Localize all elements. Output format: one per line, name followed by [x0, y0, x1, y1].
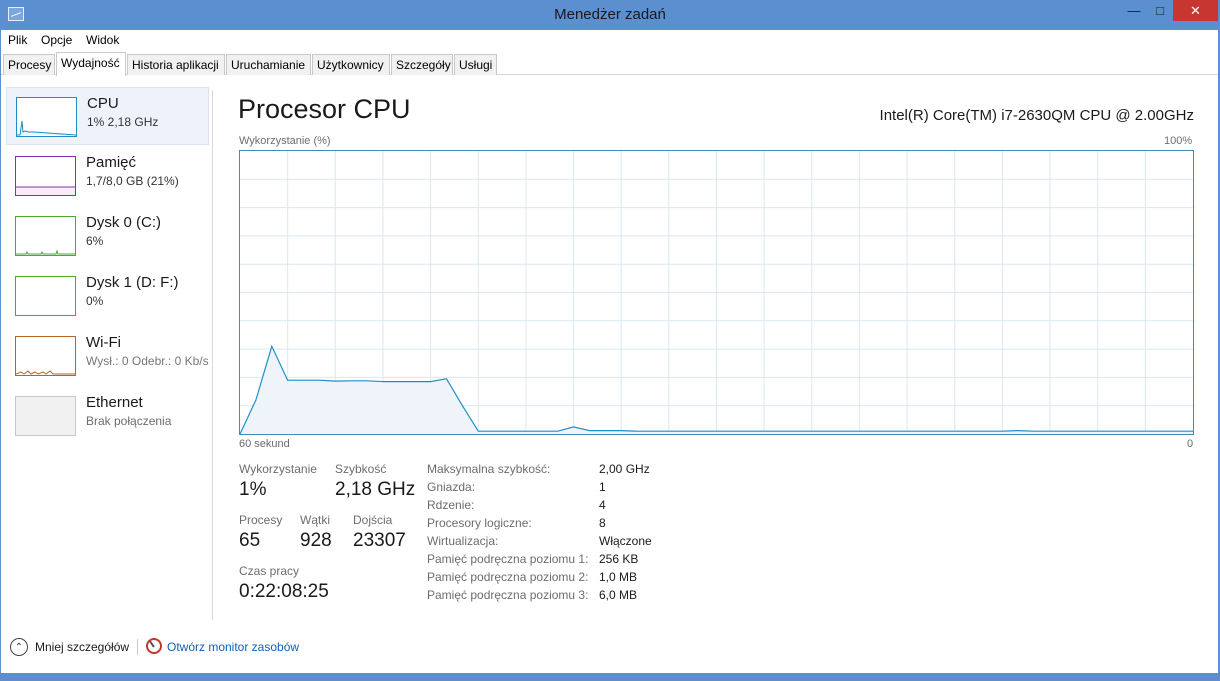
sidebar-item-ethernet[interactable]: Ethernet Brak połączenia	[6, 387, 209, 445]
sidebar-item-value: Brak połączenia	[86, 414, 172, 428]
spec-label: Gniazda:	[427, 480, 476, 494]
sidebar-item-label: Ethernet	[86, 394, 143, 411]
spec-value: 4	[599, 498, 606, 512]
window-title: Menedżer zadań	[554, 6, 666, 23]
cpu-usage-chart	[239, 151, 1193, 435]
spec-label: Procesory logiczne:	[427, 516, 532, 530]
tab-app-history[interactable]: Historia aplikacji	[127, 54, 225, 75]
spec-value: 1,0 MB	[599, 570, 638, 584]
usage-label: Wykorzystanie	[239, 462, 317, 476]
memory-thumbnail-graph	[15, 156, 76, 196]
spec-label: Rdzenie:	[427, 498, 475, 512]
sidebar-item-label: Dysk 1 (D: F:)	[86, 274, 179, 291]
spec-label: Pamięć podręczna poziomu 3:	[427, 588, 589, 602]
footer-separator	[137, 639, 138, 655]
cpu-model-name: Intel(R) Core(TM) i7-2630QM CPU @ 2.00GH…	[879, 107, 1194, 124]
tab-performance[interactable]: Wydajność	[56, 52, 126, 76]
wifi-thumbnail-line	[16, 370, 75, 375]
sidebar-item-memory[interactable]: Pamięć 1,7/8,0 GB (21%)	[6, 147, 209, 205]
footer-bar: ⌃ Mniej szczegółów Otwórz monitor zasobó…	[1, 628, 1218, 673]
memory-thumbnail-line	[16, 186, 75, 195]
speed-value: 2,18 GHz	[335, 479, 416, 500]
spec-value: 8	[599, 516, 606, 530]
close-icon: ✕	[1190, 2, 1201, 18]
spec-value: 256 KB	[599, 552, 639, 566]
uptime-value: 0:22:08:25	[239, 581, 329, 602]
uptime-label: Czas pracy	[239, 564, 300, 578]
cpu-usage-graph	[239, 150, 1194, 435]
processes-label: Procesy	[239, 513, 283, 527]
tab-services[interactable]: Usługi	[454, 54, 497, 75]
spec-label: Pamięć podręczna poziomu 1:	[427, 552, 589, 566]
tab-processes[interactable]: Procesy	[3, 54, 55, 75]
graph-y-label: Wykorzystanie (%)	[239, 135, 331, 147]
processes-value: 65	[239, 530, 261, 551]
handles-label: Dojścia	[353, 513, 393, 527]
cpu-thumbnail-line	[17, 120, 76, 136]
sidebar-item-disk-0[interactable]: Dysk 0 (C:) 6%	[6, 207, 209, 265]
menu-bar: Plik Opcje Widok	[1, 30, 1218, 50]
sidebar-item-value: 1,7/8,0 GB (21%)	[86, 174, 179, 188]
sidebar-item-value: 0%	[86, 294, 104, 308]
wifi-sent-value: Wysł.: 0	[86, 354, 129, 368]
spec-value: 2,00 GHz	[599, 462, 650, 476]
maximize-icon: □	[1156, 3, 1164, 18]
spec-value: Włączone	[599, 534, 652, 548]
spec-value: 1	[599, 480, 606, 494]
threads-label: Wątki	[300, 513, 330, 527]
sidebar-item-value: 1% 2,18 GHz	[87, 115, 159, 129]
maximize-button[interactable]: □	[1147, 0, 1173, 21]
ethernet-thumbnail-graph	[15, 396, 76, 436]
speed-label: Szybkość	[335, 462, 387, 476]
graph-x-left-label: 60 sekund	[239, 438, 290, 450]
resource-sidebar: CPU 1% 2,18 GHz Pamięć 1,7/8,0 GB (21%)	[1, 76, 213, 621]
handles-value: 23307	[353, 530, 406, 551]
spec-value: 6,0 MB	[599, 588, 638, 602]
spec-label: Pamięć podręczna poziomu 2:	[427, 570, 589, 584]
sidebar-item-label: CPU	[87, 95, 119, 112]
spec-label: Maksymalna szybkość:	[427, 462, 551, 476]
sidebar-item-cpu[interactable]: CPU 1% 2,18 GHz	[6, 87, 209, 145]
resource-monitor-icon[interactable]	[146, 638, 162, 654]
sidebar-item-label: Dysk 0 (C:)	[86, 214, 161, 231]
usage-value: 1%	[239, 479, 267, 500]
sidebar-item-wifi[interactable]: Wi-Fi Wysł.: 0 Odebr.: 0 Kb/s	[6, 327, 209, 385]
sidebar-item-value: Wysł.: 0 Odebr.: 0 Kb/s	[86, 354, 209, 368]
menu-options[interactable]: Opcje	[41, 33, 72, 47]
menu-view[interactable]: Widok	[86, 33, 119, 47]
disk0-thumbnail-graph	[15, 216, 76, 256]
window-bottom-border	[0, 673, 1220, 681]
sidebar-item-value: 6%	[86, 234, 104, 248]
graph-y-max-label: 100%	[1164, 135, 1193, 147]
disk0-thumbnail-line	[16, 249, 75, 255]
menu-file[interactable]: Plik	[8, 33, 27, 47]
chevron-up-icon[interactable]: ⌃	[10, 638, 28, 656]
task-manager-window: Menedżer zadań — □ ✕ Plik Opcje Widok Pr…	[0, 0, 1220, 681]
page-title: Procesor CPU	[238, 94, 411, 124]
close-button[interactable]: ✕	[1173, 0, 1218, 21]
sidebar-item-label: Pamięć	[86, 154, 137, 171]
wifi-received-value: Odebr.: 0 Kb/s	[131, 354, 209, 368]
less-details-button[interactable]: Mniej szczegółów	[35, 640, 129, 654]
graph-x-right-label: 0	[1187, 438, 1194, 450]
sidebar-item-disk-1[interactable]: Dysk 1 (D: F:) 0%	[6, 267, 209, 325]
tab-details[interactable]: Szczegóły	[391, 54, 453, 75]
minimize-icon: —	[1127, 3, 1141, 18]
sidebar-item-label: Wi-Fi	[86, 334, 121, 351]
tab-bar: Procesy Wydajność Historia aplikacji Uru…	[1, 52, 1218, 76]
disk1-thumbnail-graph	[15, 276, 76, 316]
open-resource-monitor-link[interactable]: Otwórz monitor zasobów	[167, 640, 299, 654]
cpu-thumbnail-graph	[16, 97, 77, 137]
tab-startup[interactable]: Uruchamianie	[226, 54, 311, 75]
spec-label: Wirtualizacja:	[427, 534, 499, 548]
title-bar[interactable]: Menedżer zadań — □ ✕	[0, 0, 1220, 30]
sidebar-divider	[212, 90, 213, 620]
threads-value: 928	[300, 530, 332, 551]
minimize-button[interactable]: —	[1121, 0, 1147, 21]
client-area: Plik Opcje Widok Procesy Wydajność Histo…	[1, 30, 1218, 673]
wifi-thumbnail-graph	[15, 336, 76, 376]
tab-users[interactable]: Użytkownicy	[312, 54, 390, 75]
cpu-detail-panel: Procesor CPU Intel(R) Core(TM) i7-2630QM…	[214, 76, 1218, 621]
